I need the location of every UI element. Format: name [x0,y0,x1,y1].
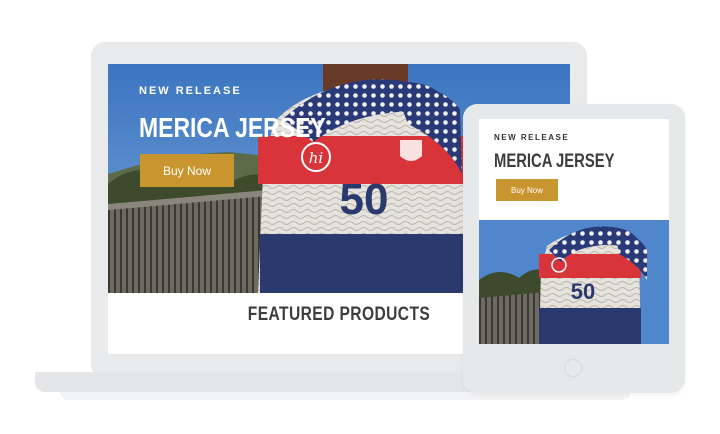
tablet-jersey-number: 50 [571,279,595,304]
jersey-logo: hi [309,149,324,167]
tablet-frame: NEW RELEASE MERICA JERSEY Buy Now 50 [463,104,685,393]
tablet-screen: NEW RELEASE MERICA JERSEY Buy Now 50 [479,119,669,344]
laptop-base-shadow [60,392,630,400]
jersey-number: 50 [340,175,389,224]
buy-now-button[interactable]: Buy Now [140,154,234,187]
tablet-buy-now-button[interactable]: Buy Now [496,179,558,201]
hero-headline: MERICA JERSEY [139,112,326,143]
tablet-headline: MERICA JERSEY [494,151,615,172]
tablet-eyebrow: NEW RELEASE [494,133,570,142]
hero-eyebrow: NEW RELEASE [139,85,242,97]
tablet-home-button [564,359,582,377]
tablet-hero-photo: 50 [479,220,669,344]
